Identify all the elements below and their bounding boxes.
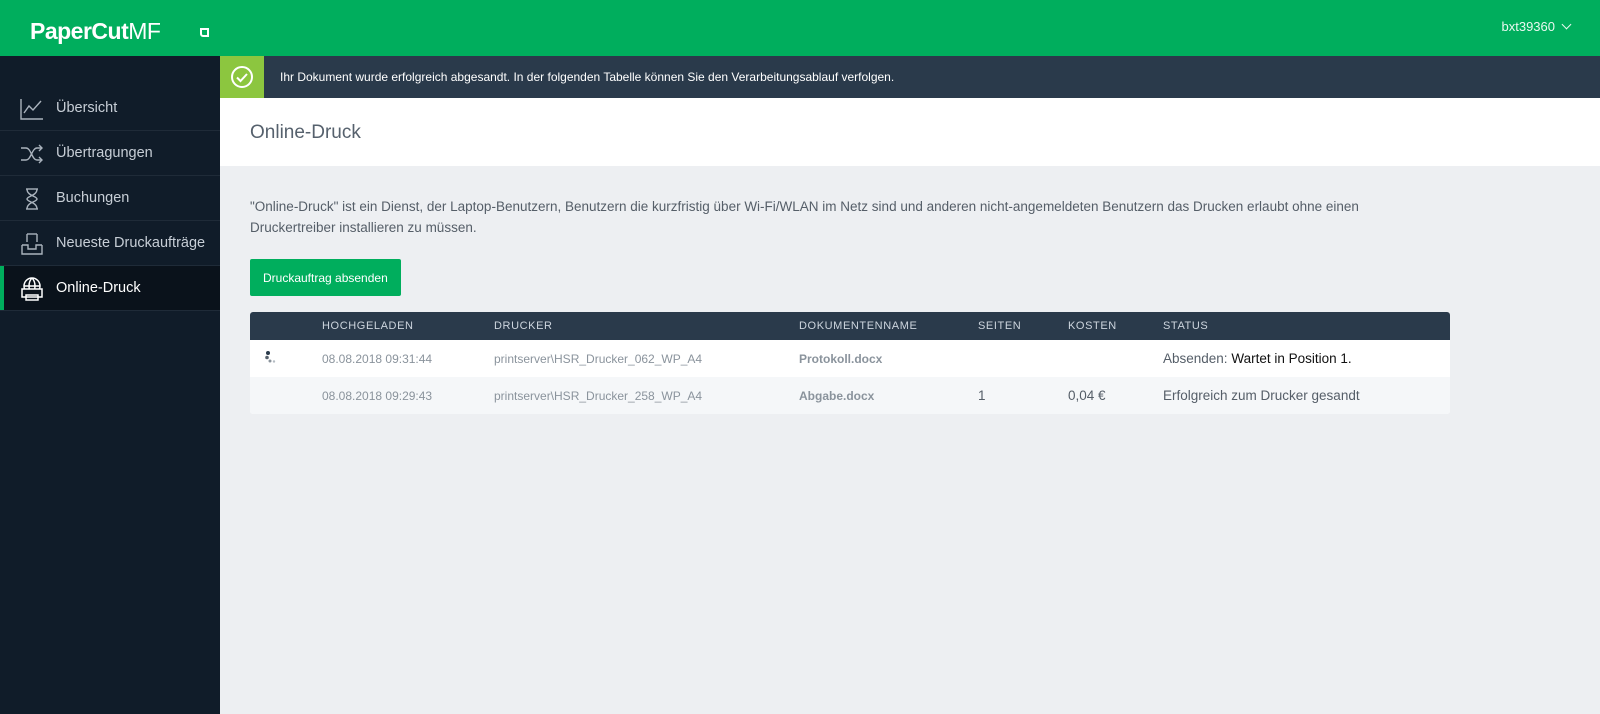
web-print-icon (19, 276, 45, 302)
table-row[interactable]: 08.08.2018 09:31:44 printserver\HSR_Druc… (250, 340, 1450, 377)
sidebar-item-buchungen[interactable]: Buchungen (0, 176, 220, 221)
column-header-cost[interactable]: KOSTEN (1068, 312, 1163, 340)
cost-cell (1068, 340, 1163, 377)
column-header-status[interactable]: STATUS (1163, 312, 1450, 340)
sidebar-item-uebersicht[interactable]: Übersicht (0, 86, 220, 131)
sidebar-item-label: Übertragungen (56, 145, 153, 161)
row-status-cell (250, 340, 322, 377)
intro-text: "Online-Druck" ist ein Dienst, der Lapto… (250, 199, 1359, 235)
table-header-row: HOCHGELADEN DRUCKER DOKUMENTENNAME SEITE… (250, 312, 1450, 340)
column-header-icon (250, 312, 322, 340)
status-cell: Erfolgreich zum Drucker gesandt (1163, 377, 1450, 414)
uploaded-cell: 08.08.2018 09:29:43 (322, 377, 494, 414)
chevron-down-icon (1561, 19, 1572, 30)
print-jobs-table: HOCHGELADEN DRUCKER DOKUMENTENNAME SEITE… (250, 312, 1450, 414)
document-cell: Protokoll.docx (799, 351, 883, 366)
sidebar-item-label: Übersicht (56, 100, 118, 116)
top-bar: PaperCutMF bxt39360 (0, 0, 1600, 56)
sidebar-item-online-druck[interactable]: Online-Druck (0, 266, 220, 311)
page-title: Online-Druck (250, 122, 361, 143)
logo-text-secondary: MF (128, 18, 161, 44)
banner-message: Ihr Dokument wurde erfolgreich abgesandt… (280, 70, 895, 84)
cost-cell: 0,04 € (1068, 377, 1163, 414)
sidebar-item-label: Online-Druck (56, 280, 141, 296)
spinner-icon (265, 351, 276, 363)
document-cell: Abgabe.docx (799, 377, 978, 414)
column-header-uploaded[interactable]: HOCHGELADEN (322, 312, 494, 340)
status-value: Wartet in Position 1. (1231, 351, 1352, 366)
tray-icon (19, 231, 45, 257)
uploaded-cell: 08.08.2018 09:31:44 (322, 351, 433, 366)
submit-print-job-button[interactable]: Druckauftrag absenden (250, 259, 401, 296)
shuffle-icon (19, 141, 45, 167)
line-chart-icon (19, 96, 45, 122)
sidebar-item-neueste-druckauftraege[interactable]: Neueste Druckaufträge (0, 221, 220, 266)
page-header: Online-Druck (220, 98, 1600, 166)
papercut-logo[interactable]: PaperCutMF (30, 18, 209, 46)
logo-text-primary: PaperCut (30, 18, 129, 44)
sidebar-item-label: Buchungen (56, 190, 130, 206)
status-label: Erfolgreich zum Drucker gesandt (1163, 388, 1360, 403)
column-header-printer[interactable]: DRUCKER (494, 312, 799, 340)
hourglass-icon (19, 186, 45, 212)
check-circle-icon (220, 56, 264, 98)
printer-cell: printserver\HSR_Drucker_062_WP_A4 (494, 351, 703, 366)
pages-cell (978, 340, 1068, 377)
status-label: Absenden: (1163, 351, 1228, 366)
column-header-pages[interactable]: SEITEN (978, 312, 1068, 340)
user-name: bxt39360 (1501, 19, 1556, 34)
column-header-document[interactable]: DOKUMENTENNAME (799, 312, 978, 340)
logo-mark-icon (200, 28, 209, 37)
user-menu[interactable]: bxt39360 (1501, 19, 1572, 34)
printer-cell: printserver\HSR_Drucker_258_WP_A4 (494, 377, 799, 414)
sidebar-item-label: Neueste Druckaufträge (56, 235, 206, 251)
table-row[interactable]: 08.08.2018 09:29:43 printserver\HSR_Druc… (250, 377, 1450, 414)
row-status-cell (250, 377, 322, 414)
sidebar: Übersicht Übertragungen Buchungen Neuest… (0, 56, 220, 714)
pages-cell: 1 (978, 377, 1068, 414)
main-content: "Online-Druck" ist ein Dienst, der Lapto… (250, 196, 1450, 296)
sidebar-item-uebertragungen[interactable]: Übertragungen (0, 131, 220, 176)
status-cell: Absenden: Wartet in Position 1. (1163, 340, 1450, 377)
success-banner: Ihr Dokument wurde erfolgreich abgesandt… (220, 56, 1600, 98)
